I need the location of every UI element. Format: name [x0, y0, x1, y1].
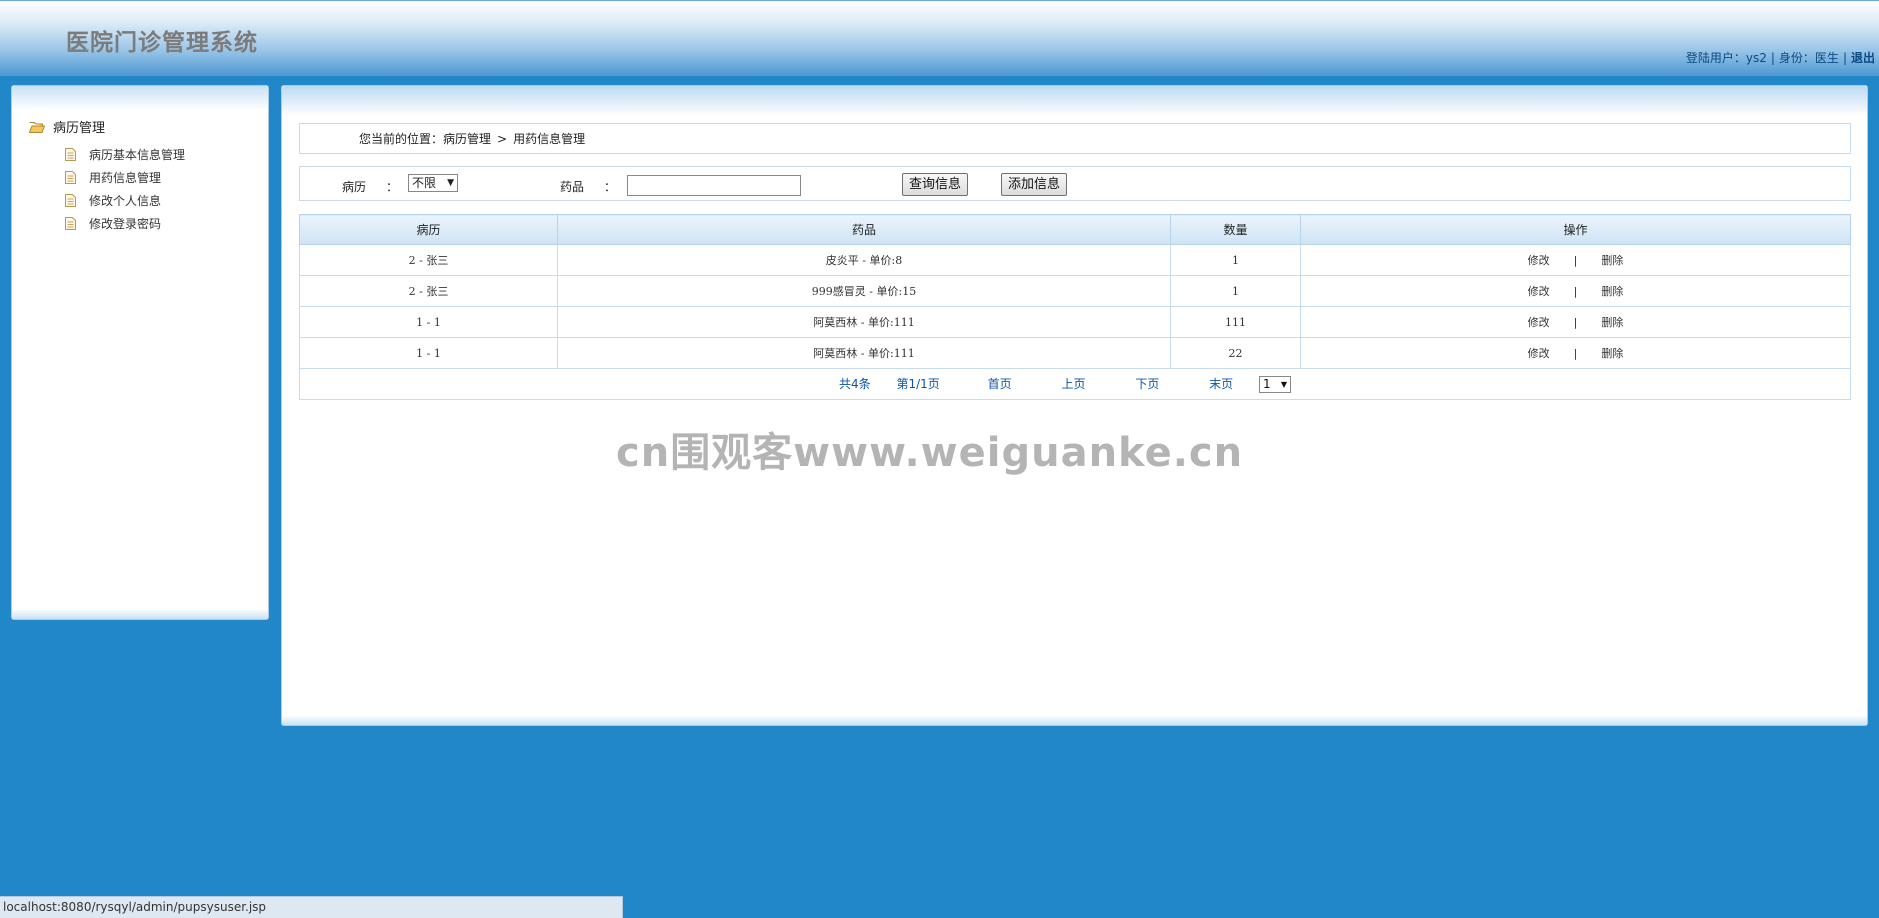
pager-prev-link[interactable]: 上页 [1061, 375, 1085, 392]
cell-quantity: 1 [1170, 275, 1301, 307]
delete-link[interactable]: 删除 [1601, 347, 1623, 360]
sidebar-menu: 病历基本信息管理 用药信息管理 修改个人信息 修改登录密码 [65, 143, 185, 235]
action-separator: | [1573, 316, 1578, 329]
page-select[interactable]: 1 ▼ [1259, 376, 1291, 393]
cell-actions: 修改 | 删除 [1300, 306, 1851, 338]
sidebar-item-record-info[interactable]: 病历基本信息管理 [65, 143, 185, 166]
column-header-drug: 药品 [557, 214, 1171, 245]
breadcrumb-prefix: 您当前的位置： [359, 132, 444, 146]
table-row: 1 - 1 阿莫西林 - 单价:111 111 修改 | 删除 [299, 306, 1851, 338]
edit-link[interactable]: 修改 [1528, 254, 1550, 267]
sidebar-item-label: 修改登录密码 [89, 217, 162, 231]
breadcrumb: 您当前的位置： 病历管理 > 用药信息管理 [299, 123, 1851, 154]
sidebar-root-record-management[interactable]: 病历管理 [29, 117, 105, 136]
pager-last-link[interactable]: 末页 [1209, 375, 1233, 392]
cell-record: 2 - 张三 [299, 244, 558, 276]
browser-status-bar: localhost:8080/rysqyl/admin/pupsysuser.j… [0, 896, 623, 918]
cell-record: 2 - 张三 [299, 275, 558, 307]
app-title: 医院门诊管理系统 [66, 30, 258, 56]
cell-drug: 999感冒灵 - 单价:15 [557, 275, 1171, 307]
column-header-actions: 操作 [1300, 214, 1851, 245]
pager: 共4条 第1/1页 首页 上页 下页 末页 1 ▼ [299, 368, 1851, 400]
record-filter-label: 病历 [342, 180, 367, 194]
query-button[interactable]: 查询信息 [902, 173, 969, 196]
record-filter-colon: ： [386, 180, 399, 194]
role-link[interactable]: 医生 [1815, 51, 1839, 65]
cell-drug: 阿莫西林 - 单价:111 [557, 337, 1171, 369]
table-header-row: 病历 药品 数量 操作 [299, 214, 1851, 245]
logout-link[interactable]: 退出 [1851, 51, 1875, 65]
cell-actions: 修改 | 删除 [1300, 337, 1851, 369]
add-button[interactable]: 添加信息 [1001, 173, 1068, 196]
cell-quantity: 111 [1170, 306, 1301, 338]
filter-bar: 病历 ： 不限 ▼ 药品 ： 查询信息 添加信息 [299, 166, 1851, 201]
delete-link[interactable]: 删除 [1601, 254, 1623, 267]
user-info-bar: 登陆用户：ys2 | 身份：医生 | 退出 [1685, 51, 1875, 65]
pager-next-link[interactable]: 下页 [1135, 375, 1159, 392]
sidebar-item-personal-info[interactable]: 修改个人信息 [65, 189, 185, 212]
page-select-value: 1 [1263, 377, 1271, 391]
column-header-quantity: 数量 [1170, 214, 1301, 245]
sidebar-item-change-password[interactable]: 修改登录密码 [65, 212, 185, 235]
cell-drug: 皮炎平 - 单价:8 [557, 244, 1171, 276]
app-header: 医院门诊管理系统 登陆用户：ys2 | 身份：医生 | 退出 [0, 0, 1879, 76]
cell-record: 1 - 1 [299, 337, 558, 369]
login-user-label: 登陆用户： [1685, 51, 1746, 65]
pager-first-link[interactable]: 首页 [988, 375, 1012, 392]
drug-filter-label: 药品 [560, 180, 585, 194]
sidebar: 病历管理 病历基本信息管理 用药信息管理 修改个人信息 修改登录密码 [11, 85, 269, 620]
cell-actions: 修改 | 删除 [1300, 275, 1851, 307]
cell-actions: 修改 | 删除 [1300, 244, 1851, 276]
sidebar-item-medication-info[interactable]: 用药信息管理 [65, 166, 185, 189]
chevron-down-icon: ▼ [447, 178, 454, 188]
document-icon [65, 171, 76, 184]
breadcrumb-separator: > [497, 131, 508, 146]
pagination: 共4条 第1/1页 首页 上页 下页 末页 1 ▼ [301, 375, 1849, 393]
breadcrumb-level2: 用药信息管理 [513, 132, 586, 146]
cell-record: 1 - 1 [299, 306, 558, 338]
action-separator: | [1573, 347, 1578, 360]
action-separator: | [1573, 254, 1578, 267]
action-separator: | [1573, 285, 1578, 298]
edit-link[interactable]: 修改 [1528, 316, 1550, 329]
cell-drug: 阿莫西林 - 单价:111 [557, 306, 1171, 338]
edit-link[interactable]: 修改 [1528, 347, 1550, 360]
cell-quantity: 1 [1170, 244, 1301, 276]
folder-open-icon [29, 121, 45, 133]
breadcrumb-level1: 病历管理 [443, 132, 492, 146]
chevron-down-icon: ▼ [1280, 380, 1287, 389]
role-label: 身份： [1778, 51, 1815, 65]
login-user-name: ys2 [1745, 51, 1767, 65]
delete-link[interactable]: 删除 [1601, 285, 1623, 298]
medication-table: 病历 药品 数量 操作 2 - 张三 皮炎平 - 单价:8 1 修改 | 删除 2 … [299, 214, 1851, 400]
drug-input[interactable] [627, 175, 801, 196]
drug-filter-colon: ： [604, 180, 617, 194]
table-row: 2 - 张三 皮炎平 - 单价:8 1 修改 | 删除 [299, 244, 1851, 276]
edit-link[interactable]: 修改 [1528, 285, 1550, 298]
table-row: 1 - 1 阿莫西林 - 单价:111 22 修改 | 删除 [299, 337, 1851, 369]
sidebar-root-label: 病历管理 [53, 121, 106, 136]
document-icon [65, 194, 76, 207]
pager-total: 共4条 [839, 377, 871, 391]
sidebar-item-label: 病历基本信息管理 [89, 148, 186, 162]
main-panel: 您当前的位置： 病历管理 > 用药信息管理 病历 ： 不限 ▼ 药品 ： 查询信… [281, 85, 1868, 726]
sidebar-item-label: 用药信息管理 [89, 171, 162, 185]
document-icon [65, 217, 76, 230]
sidebar-item-label: 修改个人信息 [89, 194, 162, 208]
watermark: cn围观客www.weiguanke.cn [616, 430, 1244, 476]
record-select-value: 不限 [412, 176, 437, 190]
cell-quantity: 22 [1170, 337, 1301, 369]
column-header-record: 病历 [299, 214, 558, 245]
record-select[interactable]: 不限 ▼ [408, 174, 458, 192]
delete-link[interactable]: 删除 [1601, 316, 1623, 329]
document-icon [65, 148, 76, 161]
table-row: 2 - 张三 999感冒灵 - 单价:15 1 修改 | 删除 [299, 275, 1851, 307]
pager-page-info: 第1/1页 [896, 377, 940, 391]
pager-row: 共4条 第1/1页 首页 上页 下页 末页 1 ▼ [299, 368, 1851, 400]
